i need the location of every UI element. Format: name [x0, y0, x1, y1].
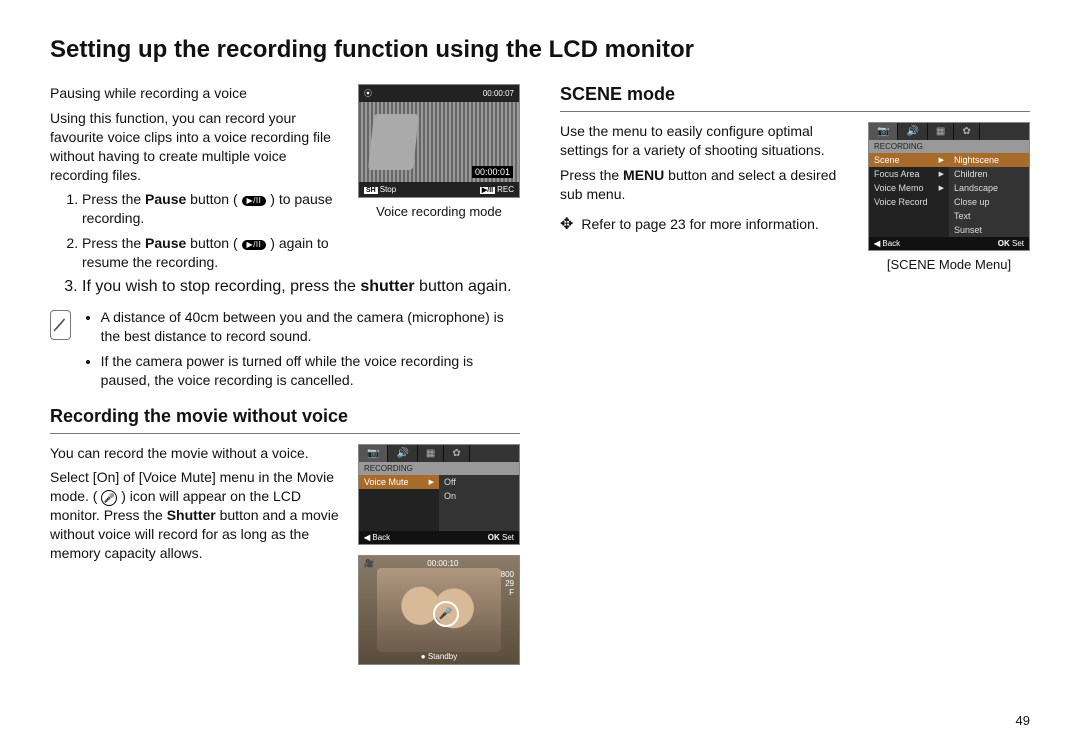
preview-flash: F: [501, 588, 514, 597]
scene-p1: Use the menu to easily configure optimal…: [560, 122, 854, 160]
scene-menu-caption: [SCENE Mode Menu]: [868, 257, 1030, 272]
movie-p2: Select [On] of [Voice Mute] menu in the …: [50, 468, 344, 562]
tab-sound-icon: 🔊: [388, 445, 417, 462]
menu-footer-set: OK Set: [488, 533, 514, 542]
scene-option-nightscene: Nightscene: [949, 153, 1029, 167]
rec-icon: ⦿: [364, 88, 372, 99]
note-list: A distance of 40cm between you and the c…: [81, 308, 520, 396]
pause-step-1: Press the Pause button ( ▶/II ) to pause…: [82, 190, 344, 228]
scene-option-children: Children: [949, 167, 1029, 181]
scene-menu-figure: 📷 🔊 ▦ ✿ RECORDING Scene▶ Focus Area▶ Voi…: [868, 122, 1030, 272]
movie-p1: You can record the movie without a voice…: [50, 444, 344, 463]
menu-option-off: Off: [439, 475, 519, 489]
voice-recording-caption: Voice recording mode: [358, 204, 520, 219]
tab-camera-icon: 📷: [359, 445, 388, 462]
lcd-footer-left: SHStop: [364, 185, 396, 194]
movie-preview-lcd: 🎥 00:00:10 800 29 F 🎤 ● Standby: [358, 555, 520, 665]
lcd-elapsed: 00:00:07: [483, 89, 514, 98]
preview-fps: 29: [501, 579, 514, 588]
page-title: Setting up the recording function using …: [50, 36, 1030, 64]
scene-p2: Press the MENU button and select a desir…: [560, 166, 854, 204]
mute-overlay-icon: 🎤: [433, 601, 459, 627]
scene-option-text: Text: [949, 209, 1029, 223]
lcd-timer: 00:00:01: [472, 166, 513, 178]
menu-footer-back: ◀ Back: [364, 533, 390, 542]
scene-option-closeup: Close up: [949, 195, 1029, 209]
scene-option-sunset: Sunset: [949, 223, 1029, 237]
tab-settings-icon: ✿: [954, 123, 979, 140]
voice-recording-lcd: ⦿ 00:00:07 00:00:01 SHStop ▶/IIREC: [358, 84, 520, 219]
menu-option-on: On: [439, 489, 519, 503]
left-column: Pausing while recording a voice Using th…: [50, 84, 520, 665]
note-item-2: If the camera power is turned off while …: [101, 352, 520, 390]
menu-item-scene: Scene▶: [869, 153, 949, 167]
preview-time: 00:00:10: [427, 559, 458, 568]
movie-mode-icon: 🎥: [364, 559, 374, 568]
scene-option-landscape: Landscape: [949, 181, 1029, 195]
pause-step-3: If you wish to stop recording, press the…: [82, 278, 520, 296]
pause-step-2: Press the Pause button ( ▶/II ) again to…: [82, 234, 344, 272]
menu-item-focus-area: Focus Area▶: [869, 167, 949, 181]
pause-intro: Using this function, you can record your…: [50, 109, 344, 185]
menu-footer-back: ◀ Back: [874, 239, 900, 248]
tab-camera-icon: 📷: [869, 123, 898, 140]
preview-size: 800: [501, 570, 514, 579]
movie-section-title: Recording the movie without voice: [50, 406, 520, 434]
menu-item-voice-memo: Voice Memo▶: [869, 181, 949, 195]
pause-heading: Pausing while recording a voice: [50, 84, 344, 103]
right-column: SCENE mode Use the menu to easily config…: [560, 84, 1030, 665]
scene-reference: Refer to page 23 for more information.: [581, 215, 818, 234]
menu-item-voice-record: Voice Record: [869, 195, 949, 209]
tab-display-icon: ▦: [928, 123, 954, 140]
mute-icon: 🎤: [101, 490, 117, 506]
play-pause-icon: ▶/II: [242, 196, 267, 206]
menu-heading: RECORDING: [869, 140, 1029, 153]
scene-section-title: SCENE mode: [560, 84, 1030, 112]
note-item-1: A distance of 40cm between you and the c…: [101, 308, 520, 346]
reference-icon: ✥: [560, 214, 573, 236]
menu-heading: RECORDING: [359, 462, 519, 475]
preview-status: ● Standby: [359, 652, 519, 661]
lcd-footer-right: ▶/IIREC: [480, 185, 514, 194]
note-icon: [50, 310, 71, 340]
menu-item-voice-mute: Voice Mute▶: [359, 475, 439, 489]
voice-mute-menu-lcd: 📷 🔊 ▦ ✿ RECORDING Voice Mute▶: [358, 444, 520, 545]
tab-sound-icon: 🔊: [898, 123, 927, 140]
play-pause-icon: ▶/II: [242, 240, 267, 250]
tab-settings-icon: ✿: [444, 445, 469, 462]
microphone-icon: [368, 114, 419, 170]
menu-footer-set: OK Set: [998, 239, 1024, 248]
tab-display-icon: ▦: [418, 445, 444, 462]
page-number: 49: [1016, 713, 1030, 728]
